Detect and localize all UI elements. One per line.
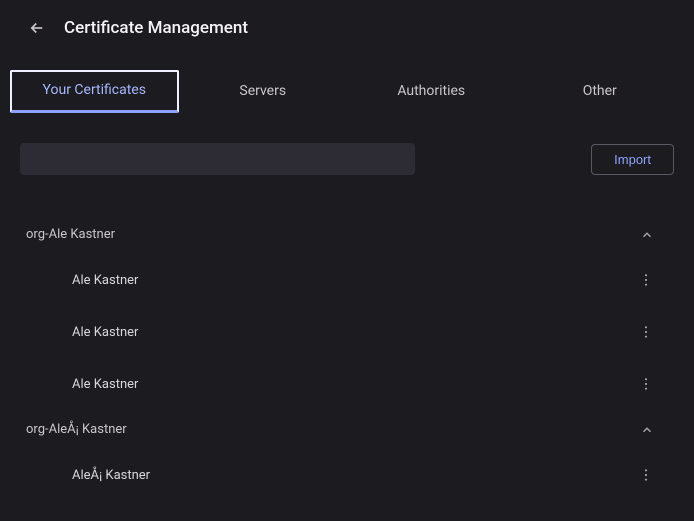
group-name: org-Ale Kastner bbox=[26, 227, 640, 242]
tab-servers[interactable]: Servers bbox=[179, 71, 348, 113]
search-input[interactable] bbox=[20, 143, 415, 175]
back-arrow-icon[interactable] bbox=[28, 19, 46, 37]
certificate-name: Ale Kastner bbox=[72, 273, 634, 288]
page-title: Certificate Management bbox=[64, 18, 248, 38]
more-vertical-icon[interactable] bbox=[634, 268, 658, 292]
tab-other[interactable]: Other bbox=[516, 71, 685, 113]
group-header[interactable]: org-Ale Kastner bbox=[0, 215, 694, 254]
certificate-item[interactable]: Ale Kastner bbox=[0, 306, 694, 358]
chevron-up-icon bbox=[640, 228, 654, 242]
more-vertical-icon[interactable] bbox=[634, 372, 658, 396]
certificate-item[interactable]: AleÅ¡ Kastner bbox=[0, 449, 694, 501]
tab-authorities[interactable]: Authorities bbox=[347, 71, 516, 113]
group-name: org-AleÅ¡ Kastner bbox=[26, 422, 640, 437]
chevron-up-icon bbox=[640, 423, 654, 437]
more-vertical-icon[interactable] bbox=[634, 320, 658, 344]
tabs: Your Certificates Servers Authorities Ot… bbox=[0, 48, 694, 113]
tab-your-certificates[interactable]: Your Certificates bbox=[10, 70, 179, 113]
import-button[interactable]: Import bbox=[591, 144, 674, 175]
certificate-name: Ale Kastner bbox=[72, 377, 634, 392]
certificate-item[interactable]: Ale Kastner bbox=[0, 358, 694, 410]
certificate-name: AleÅ¡ Kastner bbox=[72, 468, 634, 483]
more-vertical-icon[interactable] bbox=[634, 463, 658, 487]
group-header[interactable]: org-AleÅ¡ Kastner bbox=[0, 410, 694, 449]
certificate-name: Ale Kastner bbox=[72, 325, 634, 340]
certificate-list: org-Ale Kastner Ale Kastner Ale Kastner … bbox=[0, 185, 694, 501]
certificate-item[interactable]: Ale Kastner bbox=[0, 254, 694, 306]
